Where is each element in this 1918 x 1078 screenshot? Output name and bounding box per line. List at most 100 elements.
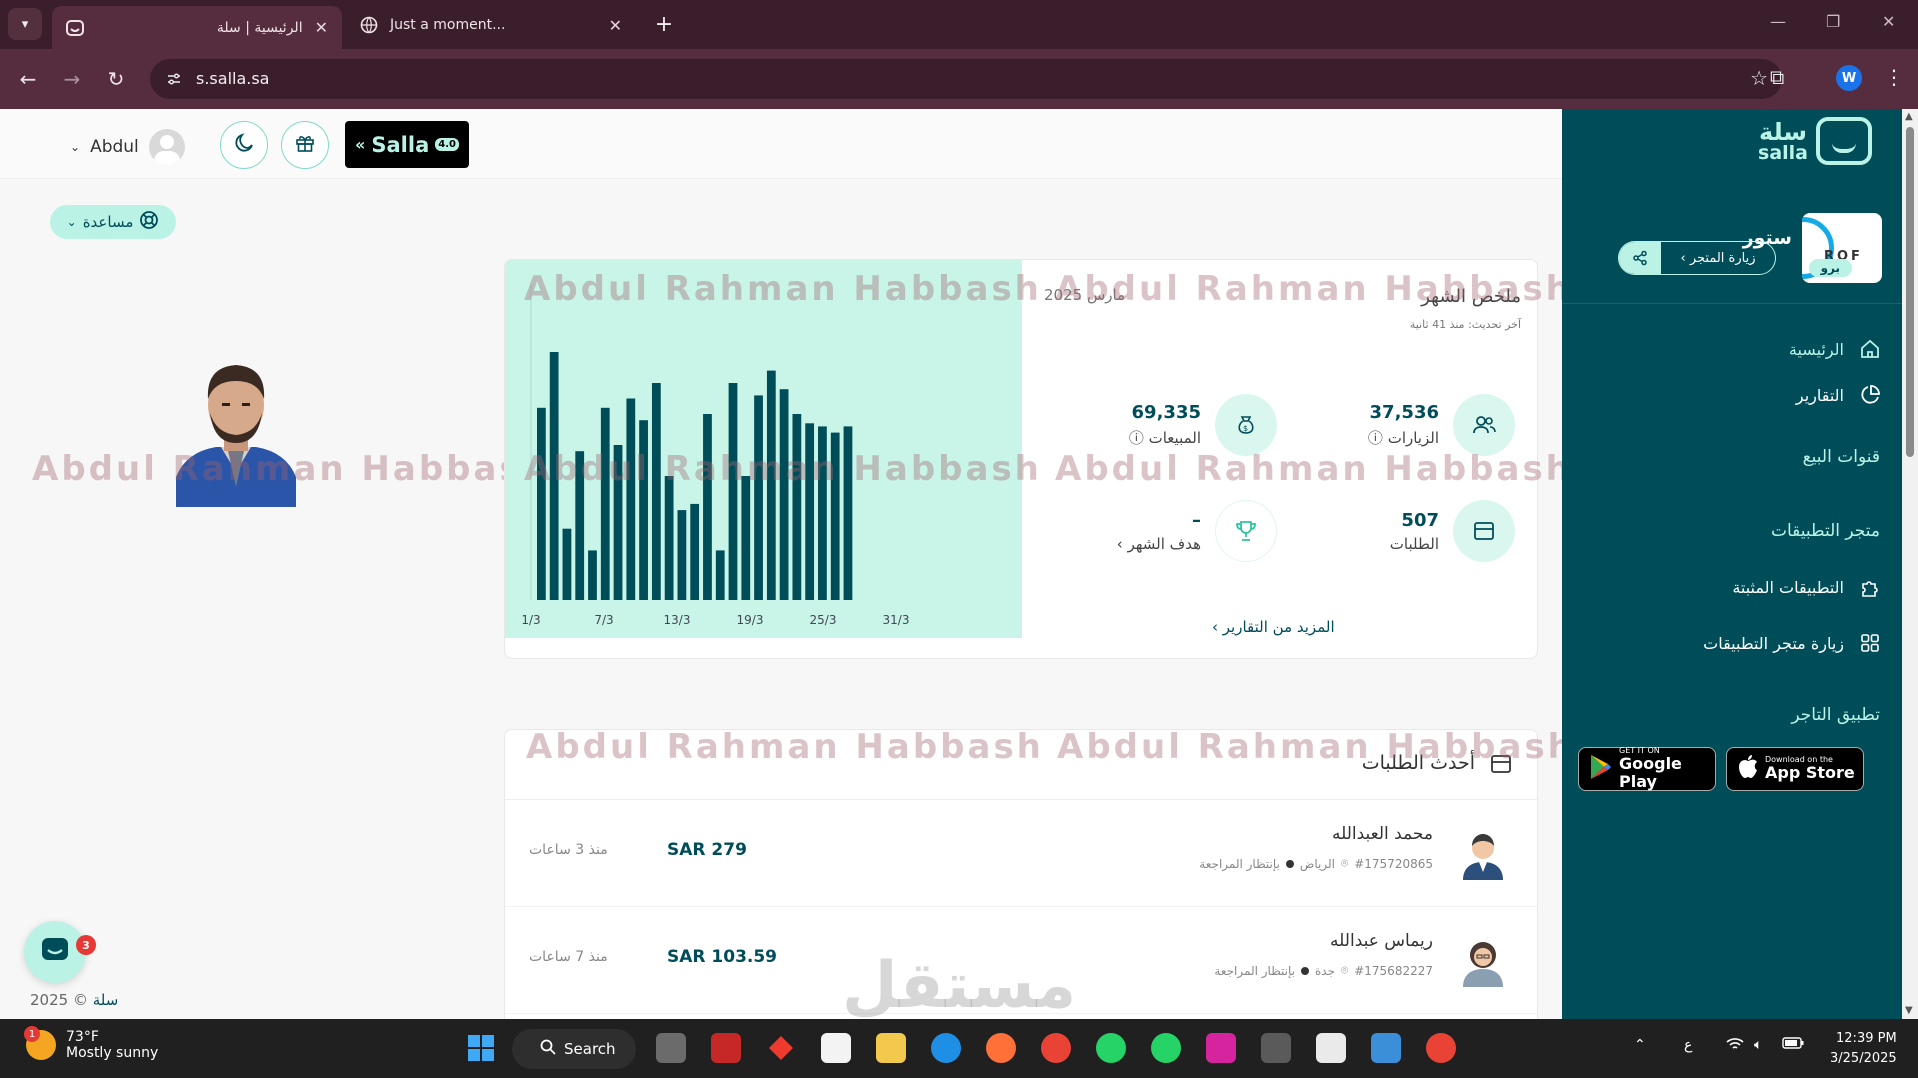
chart-bar-15/3[interactable]	[715, 550, 725, 600]
search-label: Search	[564, 1040, 616, 1058]
weather-widget[interactable]: 1 73°F Mostly sunny	[24, 1026, 158, 1061]
question-icon[interactable]: ⓘ	[1129, 429, 1144, 447]
sidebar-item-visit-app-store[interactable]: زيارة متجر التطبيقات	[1582, 623, 1882, 663]
calculator-icon[interactable]	[1261, 1033, 1291, 1063]
sidebar-item-home[interactable]: الرئيسية	[1582, 329, 1882, 369]
question-icon[interactable]: ⓘ	[1368, 429, 1383, 447]
help-button[interactable]: ⌄ مساعدة	[50, 205, 176, 239]
task-view-icon[interactable]	[656, 1033, 686, 1063]
pdf-app-icon[interactable]	[711, 1033, 741, 1063]
stat-orders[interactable]: 507 الطلبات	[1390, 500, 1515, 562]
site-settings-icon[interactable]	[162, 67, 186, 91]
chart-bar-13/3[interactable]	[690, 503, 700, 600]
stat-monthly-goal[interactable]: – ‹ هدف الشهر	[1117, 500, 1277, 562]
female-avatar-icon	[1457, 935, 1509, 987]
scrollbar-thumb[interactable]	[1906, 127, 1914, 457]
windows-start-icon[interactable]	[466, 1033, 496, 1063]
goal-label: هدف الشهر	[1127, 534, 1201, 553]
search-icon	[540, 1039, 556, 1059]
chart-bar-5/3[interactable]	[588, 550, 597, 600]
profile-avatar[interactable]: W	[1836, 65, 1862, 91]
chart-bar-20/3[interactable]	[779, 389, 789, 600]
anydesk-icon[interactable]	[766, 1033, 796, 1063]
section-sales-channels[interactable]: قنوات البيع	[1803, 447, 1880, 467]
footer-brand-link[interactable]: سلة	[93, 991, 119, 1009]
menu-kebab-icon[interactable]: ⋮	[1884, 65, 1904, 89]
chat-button[interactable]	[24, 921, 86, 983]
maximize-icon[interactable]: ❐	[1826, 12, 1840, 31]
chart-bar-14/3[interactable]	[703, 414, 712, 600]
whatsapp-icon[interactable]	[1096, 1033, 1126, 1063]
order-city: جدة	[1315, 963, 1336, 978]
close-tab-icon[interactable]: ✕	[609, 16, 622, 35]
tab-just-a-moment[interactable]: Just a moment... ✕	[346, 6, 636, 44]
salla-version: 4.0	[435, 138, 459, 151]
edge-icon[interactable]	[931, 1033, 961, 1063]
volume-icon[interactable]: 🔈︎	[1754, 1037, 1762, 1053]
reload-icon[interactable]: ↻	[100, 63, 132, 95]
input-language[interactable]: ع	[1684, 1037, 1692, 1053]
chart-bar-16/3[interactable]	[728, 383, 738, 600]
chart-bar-3/3[interactable]	[562, 528, 572, 600]
firefox-icon[interactable]	[986, 1033, 1016, 1063]
system-clock[interactable]: 12:39 PM 3/25/2025	[1830, 1029, 1897, 1068]
app-store-big: App Store	[1765, 763, 1855, 783]
back-arrow-icon[interactable]: ←	[12, 63, 44, 95]
scroll-up-icon[interactable]: ▲	[1905, 111, 1913, 122]
chart-bar-12/3[interactable]	[677, 510, 687, 600]
chart-bar-10/3[interactable]	[651, 383, 661, 600]
user-menu[interactable]: ⌄ Abdul	[70, 129, 185, 165]
stat-visits[interactable]: 37,536 ⓘ الزيارات	[1368, 394, 1515, 456]
dark-mode-button[interactable]	[220, 121, 268, 169]
chart-bar-18/3[interactable]	[754, 395, 763, 600]
close-window-icon[interactable]: ✕	[1882, 12, 1895, 31]
app-store-button[interactable]: Download on the App Store	[1726, 747, 1864, 791]
extensions-icon[interactable]: ⧉	[1770, 65, 1784, 89]
chart-bar-17/3[interactable]	[741, 476, 751, 600]
share-icon[interactable]	[1619, 242, 1661, 274]
pie-chart-icon	[1858, 383, 1882, 407]
chart-bar-21/3[interactable]	[792, 414, 802, 600]
chevron-down-icon: ▾	[21, 16, 29, 32]
more-reports-link[interactable]: ‹ المزيد من التقارير	[1212, 618, 1335, 636]
forward-arrow-icon[interactable]: →	[56, 63, 88, 95]
chart-bar-6/3[interactable]	[600, 407, 610, 600]
sidebar-item-installed-apps[interactable]: التطبيقات المثبتة	[1582, 567, 1882, 607]
chrome-profile-icon[interactable]	[1426, 1033, 1456, 1063]
salla-logo[interactable]: سلة salla	[1758, 117, 1872, 165]
chart-bar-9/3[interactable]	[639, 420, 648, 600]
chrome-icon[interactable]	[1041, 1033, 1071, 1063]
file-explorer-icon[interactable]	[876, 1033, 906, 1063]
tab-list-button[interactable]: ▾	[8, 8, 42, 40]
sidebar-item-reports[interactable]: التقارير	[1582, 375, 1882, 415]
taskbar-search[interactable]: Search	[512, 1029, 636, 1069]
salla-version-button[interactable]: « Salla 4.0	[345, 121, 469, 168]
whatsapp-business-icon[interactable]	[1151, 1033, 1181, 1063]
gift-button[interactable]	[281, 121, 329, 169]
scroll-down-icon[interactable]: ▼	[1905, 1005, 1913, 1016]
stat-sales[interactable]: 69,335 ⓘ المبيعات $	[1129, 394, 1277, 456]
google-play-button[interactable]: GET IT ON Google Play	[1578, 747, 1716, 791]
wifi-icon[interactable]	[1726, 1037, 1744, 1055]
tab-salla-home[interactable]: الرئيسية | سلة ✕	[52, 6, 342, 49]
close-tab-icon[interactable]: ✕	[315, 18, 328, 37]
order-row[interactable]: محمد العبدالله بإنتظار المراجعة الرياض ⌾…	[505, 800, 1539, 907]
photos-icon[interactable]	[1371, 1033, 1401, 1063]
instagram-icon[interactable]	[1206, 1033, 1236, 1063]
ms-store-icon[interactable]	[821, 1033, 851, 1063]
status-dot	[1285, 859, 1294, 868]
battery-icon[interactable]	[1782, 1037, 1804, 1053]
bookmark-star-icon[interactable]: ☆	[1750, 66, 1768, 90]
chart-bar-11/3[interactable]	[664, 476, 674, 600]
chart-tick-label: 25/3	[810, 613, 837, 627]
page-scrollbar[interactable]: ▲ ▼	[1902, 109, 1918, 1019]
snipping-tool-icon[interactable]	[1316, 1033, 1346, 1063]
tray-chevron-up-icon[interactable]: ⌃	[1634, 1037, 1646, 1053]
new-tab-button[interactable]: +	[650, 10, 678, 38]
chart-bar-8/3[interactable]	[626, 398, 636, 601]
minimize-icon[interactable]: —	[1770, 12, 1786, 31]
chart-bar-1/3[interactable]	[537, 407, 546, 600]
address-bar[interactable]: s.salla.sa ☆	[150, 59, 1782, 99]
visit-store-button[interactable]: ‹ زيارة المتجر	[1618, 241, 1776, 275]
url-text[interactable]: s.salla.sa	[196, 69, 269, 88]
